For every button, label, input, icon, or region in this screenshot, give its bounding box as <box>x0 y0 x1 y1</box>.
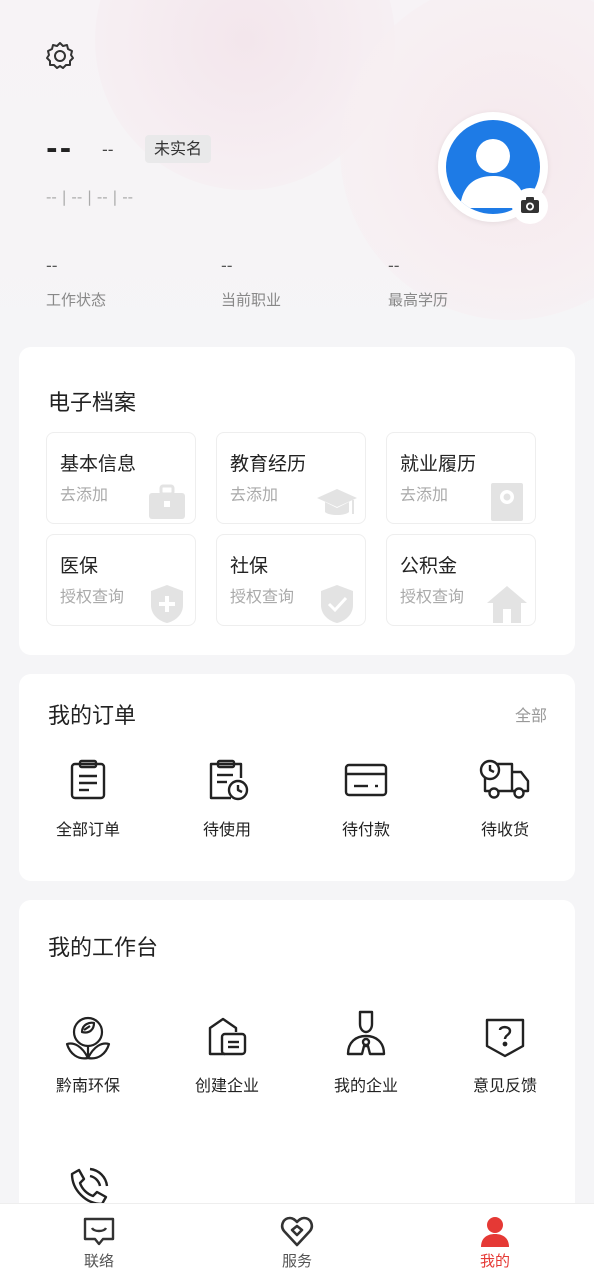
chat-icon <box>82 1214 116 1248</box>
graduation-cap-icon <box>315 481 359 521</box>
tile-medical-insurance[interactable]: 医保 授权查询 <box>46 534 196 626</box>
workbench-feedback-button[interactable]: 意见反馈 <box>445 1014 565 1096</box>
user-name: -- <box>46 132 74 165</box>
tile-subtitle: 授权查询 <box>60 587 125 606</box>
heart-service-icon <box>280 1214 314 1248</box>
bottom-tab-bar: 联络 服务 我的 <box>0 1203 594 1280</box>
tab-mine[interactable]: 我的 <box>455 1214 535 1271</box>
tile-employment[interactable]: 就业履历 去添加 <box>386 432 536 524</box>
tile-title: 公积金 <box>400 555 458 577</box>
tile-subtitle: 去添加 <box>400 485 449 504</box>
stat-label: 工作状态 <box>46 291 107 309</box>
stat-current-job[interactable]: -- 当前职业 <box>221 256 281 310</box>
workbench-title: 我的工作台 <box>48 936 159 961</box>
user-name-sub: -- <box>102 140 114 159</box>
tile-title: 教育经历 <box>230 453 307 475</box>
order-to-receive-button[interactable]: 待收货 <box>445 758 565 840</box>
workbench-card: 我的工作台 黔南环保 创建企业 我的企业 意见反馈 <box>19 900 575 1240</box>
tile-education[interactable]: 教育经历 去添加 <box>216 432 366 524</box>
order-label: 待使用 <box>202 820 251 839</box>
tile-title: 就业履历 <box>400 453 477 475</box>
workbench-label: 我的企业 <box>333 1076 398 1095</box>
order-to-pay-button[interactable]: 待付款 <box>306 758 426 840</box>
stat-value: -- <box>221 256 233 275</box>
certificate-icon <box>485 481 529 521</box>
order-all-button[interactable]: 全部订单 <box>28 758 148 840</box>
order-label: 全部订单 <box>55 820 120 839</box>
workbench-label: 意见反馈 <box>472 1076 537 1095</box>
workbench-create-company-button[interactable]: 创建企业 <box>167 1014 287 1096</box>
clipboard-icon <box>66 758 110 802</box>
tab-service[interactable]: 服务 <box>257 1214 337 1271</box>
stat-value: -- <box>388 256 400 275</box>
tab-label: 联络 <box>83 1252 114 1270</box>
camera-icon[interactable] <box>512 188 548 224</box>
archive-card: 电子档案 基本信息 去添加 教育经历 去添加 就业履历 去添加 医保 授权查询 … <box>19 347 575 655</box>
order-to-use-button[interactable]: 待使用 <box>167 758 287 840</box>
stat-work-status[interactable]: -- 工作状态 <box>46 256 106 310</box>
verify-status-badge[interactable]: 未实名 <box>145 135 212 163</box>
create-company-icon <box>205 1014 249 1058</box>
tile-social-insurance[interactable]: 社保 授权查询 <box>216 534 366 626</box>
tile-housing-fund[interactable]: 公积金 授权查询 <box>386 534 536 626</box>
tab-label: 我的 <box>479 1252 510 1270</box>
briefcase-icon <box>145 481 189 521</box>
stat-education[interactable]: -- 最高学历 <box>388 256 448 310</box>
medical-shield-icon <box>145 583 189 623</box>
stat-label: 当前职业 <box>221 291 282 309</box>
order-label: 待付款 <box>341 820 390 839</box>
feedback-icon <box>483 1014 527 1058</box>
stat-label: 最高学历 <box>388 291 449 309</box>
settings-gear-icon[interactable] <box>44 40 76 72</box>
workbench-label: 创建企业 <box>194 1076 259 1095</box>
tile-title: 医保 <box>60 555 99 577</box>
tile-title: 社保 <box>230 555 269 577</box>
truck-icon <box>479 758 530 802</box>
tile-subtitle: 去添加 <box>60 485 109 504</box>
orders-card: 我的订单 全部 全部订单 待使用 待付款 待收货 <box>19 674 575 881</box>
person-icon <box>478 1214 512 1248</box>
eco-leaf-icon <box>65 1014 111 1060</box>
tile-subtitle: 授权查询 <box>230 587 295 606</box>
card-icon <box>344 758 388 802</box>
tile-title: 基本信息 <box>60 453 137 475</box>
tile-basic-info[interactable]: 基本信息 去添加 <box>46 432 196 524</box>
archive-title: 电子档案 <box>48 391 137 416</box>
tab-label: 服务 <box>281 1252 312 1270</box>
user-info-line: -- | -- | -- | -- <box>46 188 134 206</box>
workbench-label: 黔南环保 <box>55 1076 120 1095</box>
tile-subtitle: 授权查询 <box>400 587 465 606</box>
tab-contact[interactable]: 联络 <box>59 1214 139 1271</box>
orders-title: 我的订单 <box>48 704 137 729</box>
workbench-eco-button[interactable]: 黔南环保 <box>28 1014 148 1096</box>
stat-value: -- <box>46 256 58 275</box>
order-label: 待收货 <box>480 820 529 839</box>
my-company-icon <box>344 1010 388 1058</box>
orders-all-link[interactable]: 全部 <box>515 702 547 726</box>
check-shield-icon <box>315 583 359 623</box>
tile-subtitle: 去添加 <box>230 485 279 504</box>
house-icon <box>485 583 529 623</box>
workbench-my-company-button[interactable]: 我的企业 <box>306 1010 426 1096</box>
clipboard-clock-icon <box>205 758 249 802</box>
